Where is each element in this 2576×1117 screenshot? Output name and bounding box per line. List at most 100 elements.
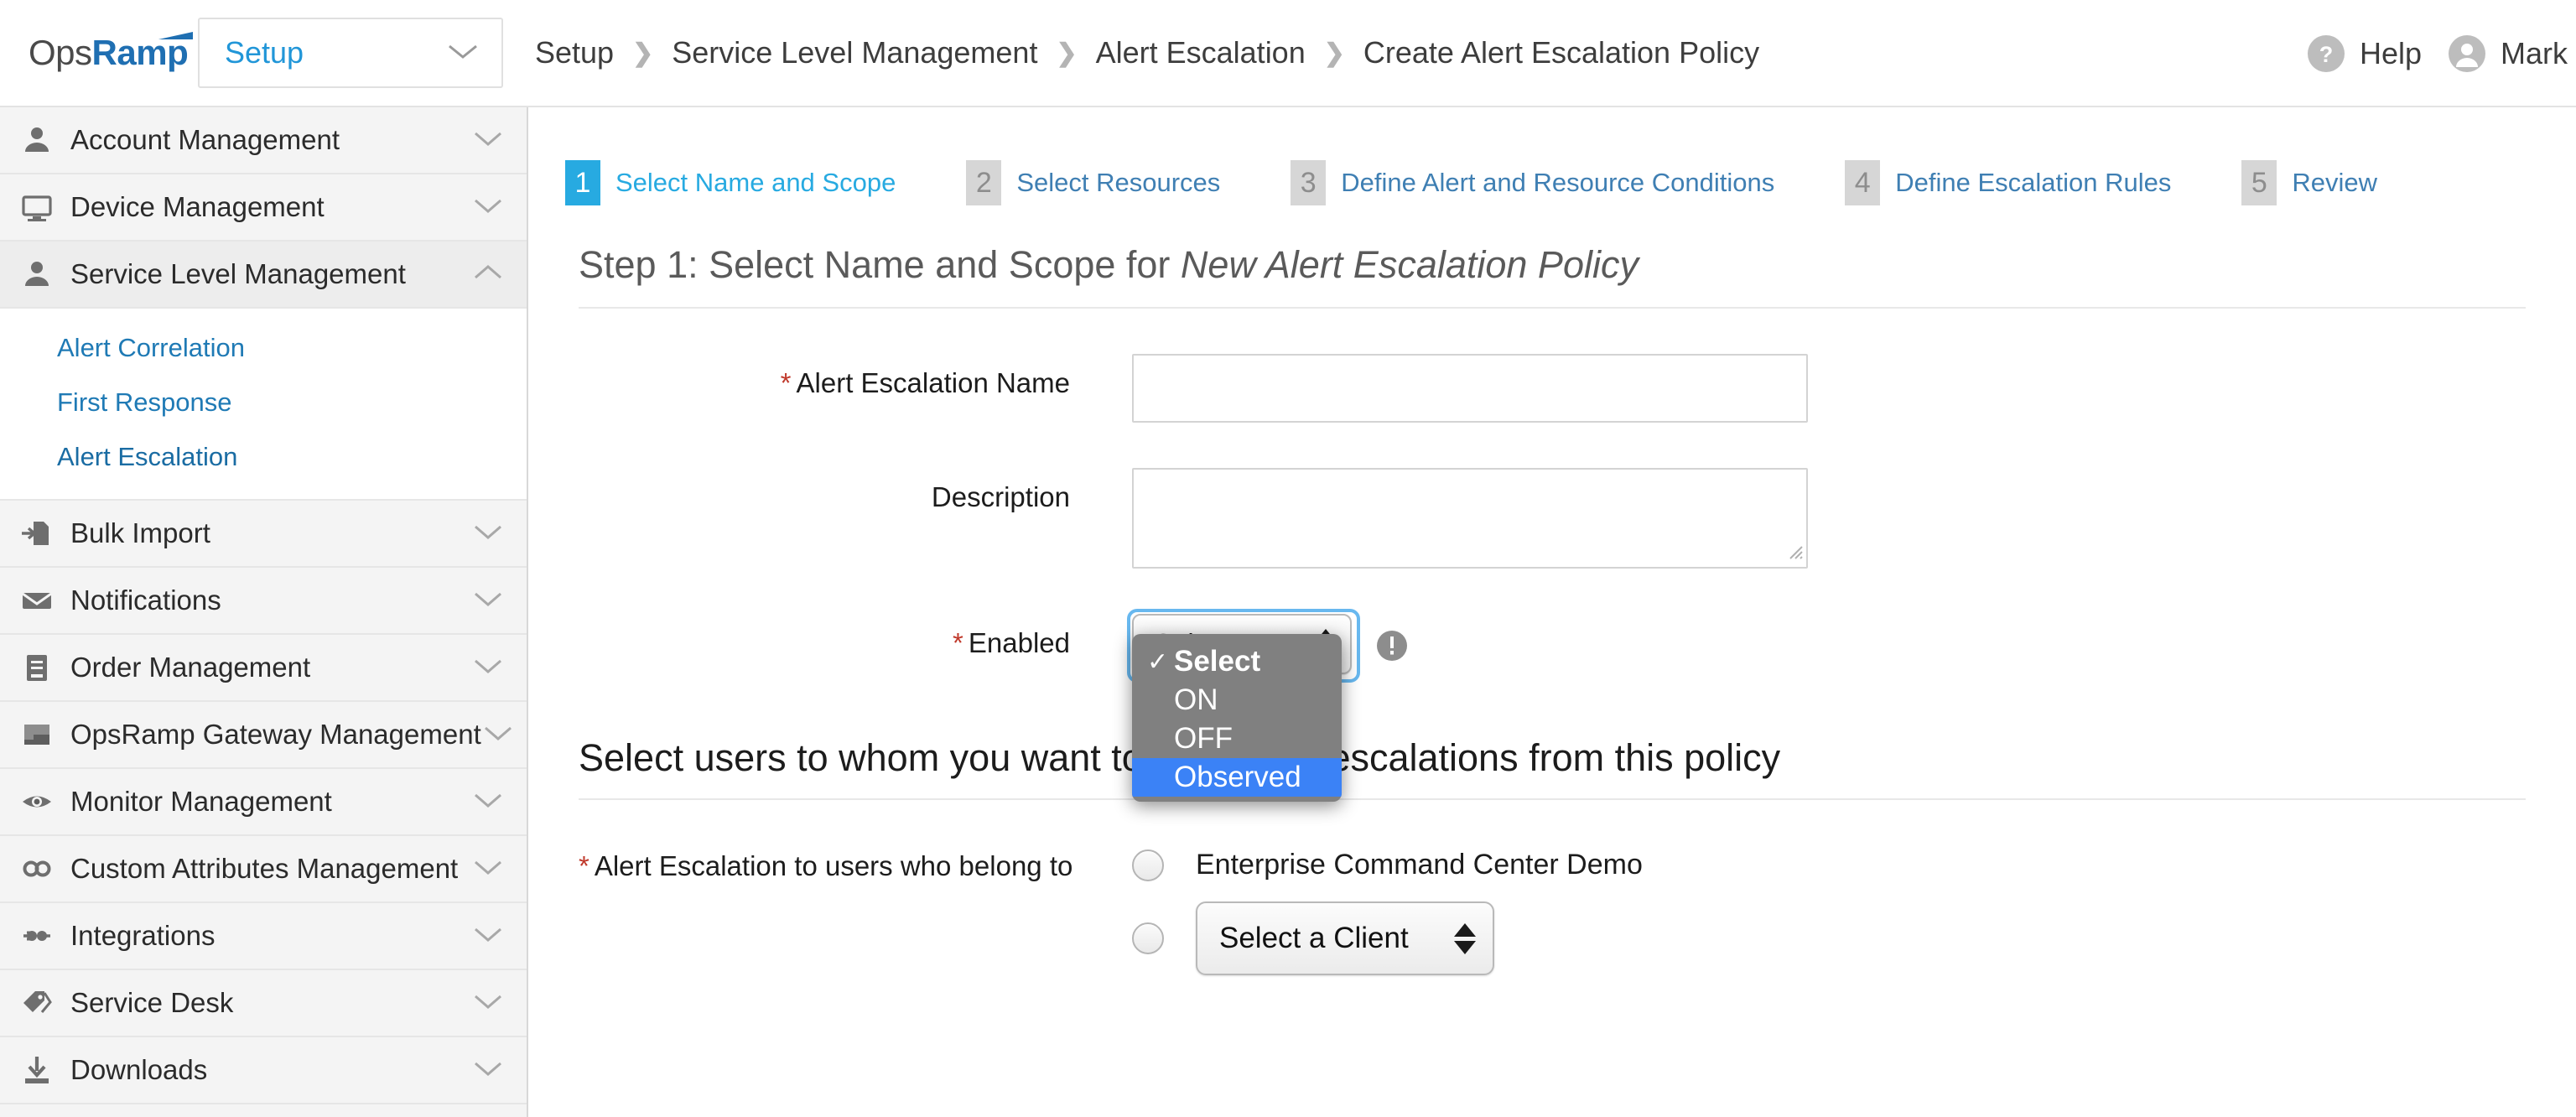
chevron-down-icon: [471, 657, 505, 679]
chevron-down-icon: [471, 522, 505, 545]
sidebar-item-label: Bulk Import: [70, 517, 471, 549]
radio-option-enterprise[interactable]: Enterprise Command Center Demo: [1132, 849, 1643, 881]
info-icon[interactable]: [1375, 629, 1409, 662]
users-belong-to-label: *Alert Escalation to users who belong to: [579, 837, 1132, 882]
wizard-step-4[interactable]: 4 Define Escalation Rules: [1845, 160, 2171, 205]
chevron-down-icon: [471, 791, 505, 813]
sidebar-item-alert-correlation[interactable]: Alert Correlation: [0, 320, 527, 375]
sidebar-item-label: OpsRamp Gateway Management: [70, 719, 481, 751]
stepper-arrows-icon: [1454, 923, 1476, 954]
sidebar-item-account-management[interactable]: Account Management: [0, 107, 527, 174]
sidebar-item-label: Notifications: [70, 584, 471, 616]
user-name: Mark: [2501, 36, 2568, 71]
chevron-down-icon: [471, 992, 505, 1015]
wizard-step-5[interactable]: 5 Review: [2241, 160, 2377, 205]
monitor-icon: [18, 189, 55, 226]
step-number-badge: 4: [1845, 160, 1880, 205]
infinity-icon: [18, 850, 55, 887]
check-icon: ✓: [1147, 647, 1174, 677]
sidebar-item-label: Service Desk: [70, 987, 471, 1019]
chevron-up-icon: [471, 263, 505, 286]
chevron-down-icon: [471, 590, 505, 612]
dropdown-option-observed[interactable]: Observed: [1132, 758, 1342, 797]
dropdown-option-label: ON: [1174, 683, 1218, 717]
breadcrumb-item-3: Create Alert Escalation Policy: [1363, 35, 1759, 70]
chevron-down-icon: [481, 724, 515, 746]
app-selector[interactable]: Setup: [198, 18, 503, 88]
label-text: Description: [932, 481, 1070, 512]
dropdown-option-select[interactable]: ✓ Select: [1132, 642, 1342, 681]
step-label: Define Alert and Resource Conditions: [1341, 168, 1774, 198]
breadcrumb-separator-icon: ❯: [632, 39, 653, 68]
radio-option-client[interactable]: Select a Client: [1132, 901, 1643, 975]
sidebar-item-alert-escalation[interactable]: Alert Escalation: [0, 429, 527, 484]
user-menu[interactable]: Mark: [2447, 34, 2568, 74]
radio-button[interactable]: [1132, 849, 1164, 881]
sidebar-item-first-response[interactable]: First Response: [0, 375, 527, 429]
field-row-alert-escalation-name: *Alert Escalation Name: [579, 354, 2576, 423]
help-label: Help: [2360, 36, 2422, 71]
alert-escalation-name-input[interactable]: [1132, 354, 1808, 423]
sidebar-item-label: Device Management: [70, 191, 471, 223]
client-select[interactable]: Select a Client: [1196, 901, 1494, 975]
sidebar-item-integrations[interactable]: Integrations: [0, 903, 527, 970]
label-text: Alert Escalation to users who belong to: [595, 850, 1073, 881]
sidebar-item-custom-attributes-management[interactable]: Custom Attributes Management: [0, 836, 527, 903]
enabled-dropdown-menu[interactable]: ✓ Select ON OFF Observed: [1132, 634, 1342, 802]
wizard-step-2[interactable]: 2 Select Resources: [966, 160, 1220, 205]
dropdown-option-off[interactable]: OFF: [1132, 720, 1342, 758]
sidebar-item-opsramp-gateway-management[interactable]: OpsRamp Gateway Management: [0, 702, 527, 769]
chevron-down-icon: [471, 1059, 505, 1082]
logo[interactable]: OpsRamp: [0, 0, 191, 107]
chevron-down-icon: [471, 858, 505, 881]
radio-button[interactable]: [1132, 922, 1164, 954]
alert-escalation-name-label: *Alert Escalation Name: [579, 354, 1132, 399]
wizard-step-1[interactable]: 1 Select Name and Scope: [565, 160, 896, 205]
top-bar-right: ? Help Mark: [2306, 0, 2576, 107]
sidebar-item-label: Service Level Management: [70, 258, 471, 290]
breadcrumb: Setup ❯ Service Level Management ❯ Alert…: [535, 35, 1759, 70]
sidebar-item-label: Monitor Management: [70, 786, 471, 818]
sidebar-subnav: Alert Correlation First Response Alert E…: [0, 309, 527, 501]
sidebar-item-label: Account Management: [70, 124, 471, 156]
breadcrumb-separator-icon: ❯: [1324, 39, 1345, 68]
required-marker: *: [579, 850, 589, 881]
step-number-badge: 3: [1291, 160, 1326, 205]
breadcrumb-item-0[interactable]: Setup: [535, 35, 614, 70]
user-icon: [18, 256, 55, 293]
sidebar-item-monitor-management[interactable]: Monitor Management: [0, 769, 527, 836]
wizard-step-3[interactable]: 3 Define Alert and Resource Conditions: [1291, 160, 1774, 205]
book-icon: [18, 649, 55, 686]
breadcrumb-item-2[interactable]: Alert Escalation: [1096, 35, 1306, 70]
help-icon: ?: [2306, 34, 2346, 74]
resize-handle-icon[interactable]: [1787, 543, 1804, 564]
radio-group: Enterprise Command Center Demo Select a …: [1132, 837, 1643, 975]
sidebar-item-downloads[interactable]: Downloads: [0, 1037, 527, 1104]
sidebar-item-service-level-management[interactable]: Service Level Management: [0, 242, 527, 309]
sidebar-item-device-management[interactable]: Device Management: [0, 174, 527, 242]
breadcrumb-separator-icon: ❯: [1056, 39, 1077, 68]
description-textarea[interactable]: [1132, 468, 1808, 569]
step-title-policy-name: New Alert Escalation Policy: [1181, 243, 1639, 286]
label-text: Enabled: [969, 627, 1070, 658]
sidebar-item-label: Order Management: [70, 652, 471, 683]
breadcrumb-item-1[interactable]: Service Level Management: [672, 35, 1037, 70]
user-icon: [18, 122, 55, 158]
step-label: Review: [2292, 168, 2377, 198]
step-label: Select Name and Scope: [615, 168, 896, 198]
gateway-icon: [18, 716, 55, 753]
sidebar-item-order-management[interactable]: Order Management: [0, 635, 527, 702]
dropdown-option-label: Select: [1174, 645, 1260, 678]
tag-icon: [18, 985, 55, 1021]
sidebar-item-service-desk[interactable]: Service Desk: [0, 970, 527, 1037]
sidebar-item-notifications[interactable]: Notifications: [0, 568, 527, 635]
sidebar-item-bulk-import[interactable]: Bulk Import: [0, 501, 527, 568]
dropdown-option-label: OFF: [1174, 722, 1233, 756]
chevron-down-icon: [471, 196, 505, 219]
help-button[interactable]: ? Help: [2306, 34, 2422, 74]
field-row-description: Description: [579, 468, 2576, 569]
enabled-label: *Enabled: [579, 614, 1132, 659]
wizard-steps: 1 Select Name and Scope 2 Select Resourc…: [530, 107, 2576, 210]
dropdown-option-on[interactable]: ON: [1132, 681, 1342, 720]
required-marker: *: [781, 367, 792, 398]
